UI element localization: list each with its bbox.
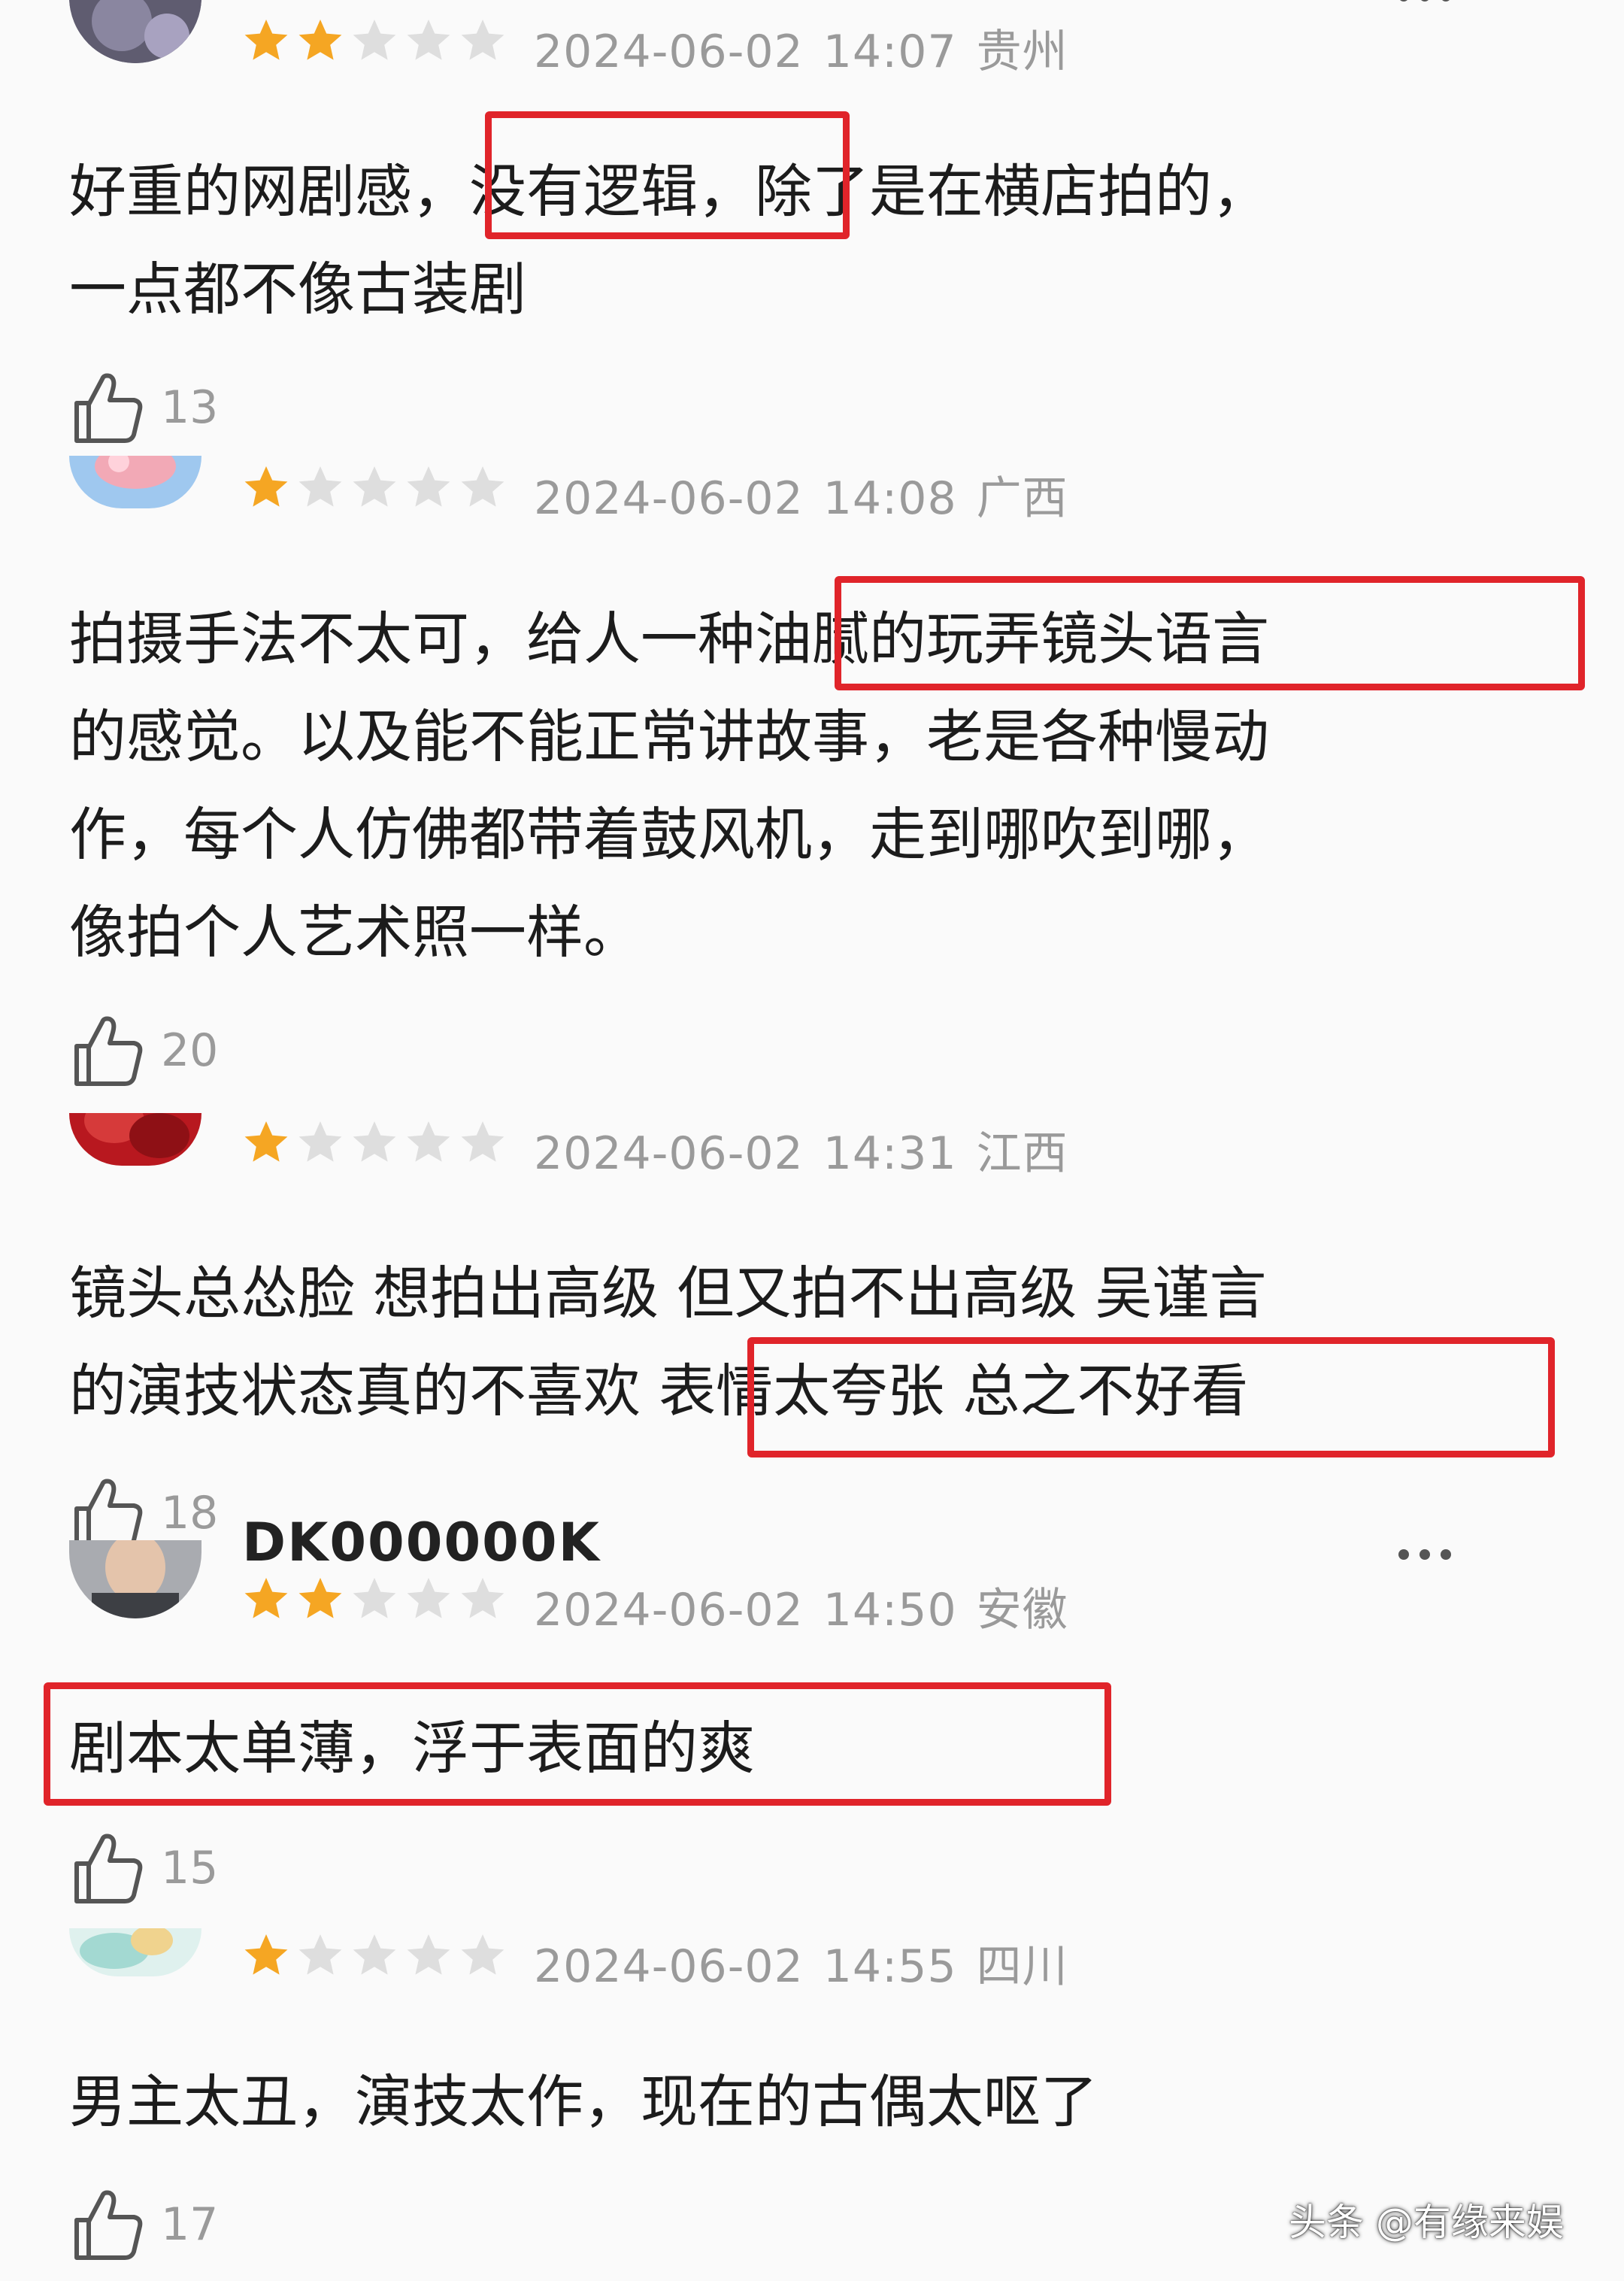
like-button[interactable]: 20 xyxy=(69,1012,218,1090)
avatar[interactable] xyxy=(69,1540,201,1618)
like-count: 20 xyxy=(161,1024,219,1077)
star-rating xyxy=(242,17,507,65)
avatar-image xyxy=(69,0,201,63)
highlight-box xyxy=(44,1682,1111,1806)
like-count: 15 xyxy=(161,1842,219,1894)
star-empty-icon xyxy=(407,1934,450,1975)
review-meta: 2024-06-02 14:08 广西 xyxy=(534,462,1068,527)
star-filled-icon xyxy=(244,1934,288,1975)
highlight-box xyxy=(485,111,850,239)
review-location: 四川 xyxy=(976,1940,1068,1993)
review-text-line: 镜头总怂脸 想拍出高级 但又拍不出高级 吴谨言 xyxy=(69,1260,1267,1327)
star-empty-icon xyxy=(461,1578,504,1618)
review-time: 14:50 xyxy=(823,1584,957,1636)
like-button[interactable]: 15 xyxy=(69,1829,218,1907)
star-empty-icon xyxy=(407,1121,450,1162)
star-empty-icon xyxy=(298,1934,342,1975)
review-date: 2024-06-02 xyxy=(534,26,804,78)
star-filled-icon xyxy=(244,466,288,507)
like-count: 17 xyxy=(161,2198,219,2251)
avatar-image xyxy=(69,456,201,508)
star-filled-icon xyxy=(244,20,288,60)
review-time: 14:55 xyxy=(823,1940,957,1993)
star-empty-icon xyxy=(407,466,450,507)
like-count: 18 xyxy=(161,1487,219,1539)
highlight-box xyxy=(747,1337,1555,1457)
review-location: 安徽 xyxy=(976,1584,1068,1636)
star-empty-icon xyxy=(461,1934,504,1975)
avatar[interactable] xyxy=(69,1928,201,1976)
star-empty-icon xyxy=(353,1934,396,1975)
review-meta: 2024-06-02 14:07 贵州 xyxy=(534,15,1068,80)
star-rating xyxy=(242,1931,507,1979)
review-text: 男主太丑，演技太作，现在的古偶太呕了 xyxy=(69,2053,1573,2151)
thumbs-up-icon xyxy=(69,1012,147,1090)
thumbs-up-icon xyxy=(69,2185,147,2264)
review-date: 2024-06-02 xyxy=(534,1584,804,1636)
star-empty-icon xyxy=(353,20,396,60)
avatar[interactable] xyxy=(69,456,201,508)
star-empty-icon xyxy=(298,1121,342,1162)
star-empty-icon xyxy=(461,1121,504,1162)
like-button[interactable]: 13 xyxy=(69,369,218,447)
review-location: 江西 xyxy=(976,1127,1068,1180)
review-text-line: 作，每个人仿佛都带着鼓风机，走到哪吹到哪， xyxy=(69,801,1269,868)
review-text-line: 的感觉。以及能不能正常讲故事，老是各种慢动 xyxy=(69,703,1269,770)
star-rating xyxy=(242,1575,507,1623)
star-filled-icon xyxy=(244,1121,288,1162)
avatar-image xyxy=(69,1928,201,1976)
review-location: 贵州 xyxy=(976,26,1068,78)
star-empty-icon xyxy=(353,466,396,507)
review-date: 2024-06-02 xyxy=(534,1940,804,1993)
thumbs-up-icon xyxy=(69,369,147,447)
avatar-image xyxy=(69,1113,201,1166)
avatar-image xyxy=(69,1540,201,1618)
thumbs-up-icon xyxy=(69,1829,147,1907)
star-empty-icon xyxy=(407,20,450,60)
highlight-box xyxy=(835,576,1585,690)
avatar[interactable] xyxy=(69,1113,201,1166)
star-empty-icon xyxy=(407,1578,450,1618)
more-options-icon[interactable] xyxy=(1398,1549,1451,1560)
like-button[interactable]: 17 xyxy=(69,2185,218,2264)
username[interactable]: DK000000K xyxy=(242,1512,601,1573)
review-date: 2024-06-02 xyxy=(534,1127,804,1180)
star-empty-icon xyxy=(353,1578,396,1618)
star-rating xyxy=(242,1118,507,1166)
avatar[interactable] xyxy=(69,0,201,63)
star-filled-icon xyxy=(298,20,342,60)
more-options-icon[interactable] xyxy=(1398,0,1451,2)
star-rating xyxy=(242,463,507,511)
review-text-line: 一点都不像古装剧 xyxy=(69,256,526,323)
review-date: 2024-06-02 xyxy=(534,472,804,525)
review-text-line: 像拍个人艺术照一样。 xyxy=(69,899,641,966)
review-text-line: 男主太丑，演技太作，现在的古偶太呕了 xyxy=(69,2068,1098,2135)
review-meta: 2024-06-02 14:31 江西 xyxy=(534,1117,1068,1182)
review-location: 广西 xyxy=(976,472,1068,525)
review-time: 14:07 xyxy=(823,26,957,78)
watermark: 头条 @有缘来娱 xyxy=(1289,2201,1564,2244)
review-time: 14:31 xyxy=(823,1127,957,1180)
star-empty-icon xyxy=(461,466,504,507)
review-meta: 2024-06-02 14:50 安徽 xyxy=(534,1573,1068,1639)
review-time: 14:08 xyxy=(823,472,957,525)
review-meta: 2024-06-02 14:55 四川 xyxy=(534,1930,1068,1995)
star-filled-icon xyxy=(298,1578,342,1618)
star-empty-icon xyxy=(298,466,342,507)
star-filled-icon xyxy=(244,1578,288,1618)
star-empty-icon xyxy=(461,20,504,60)
star-empty-icon xyxy=(353,1121,396,1162)
like-count: 13 xyxy=(161,381,219,434)
